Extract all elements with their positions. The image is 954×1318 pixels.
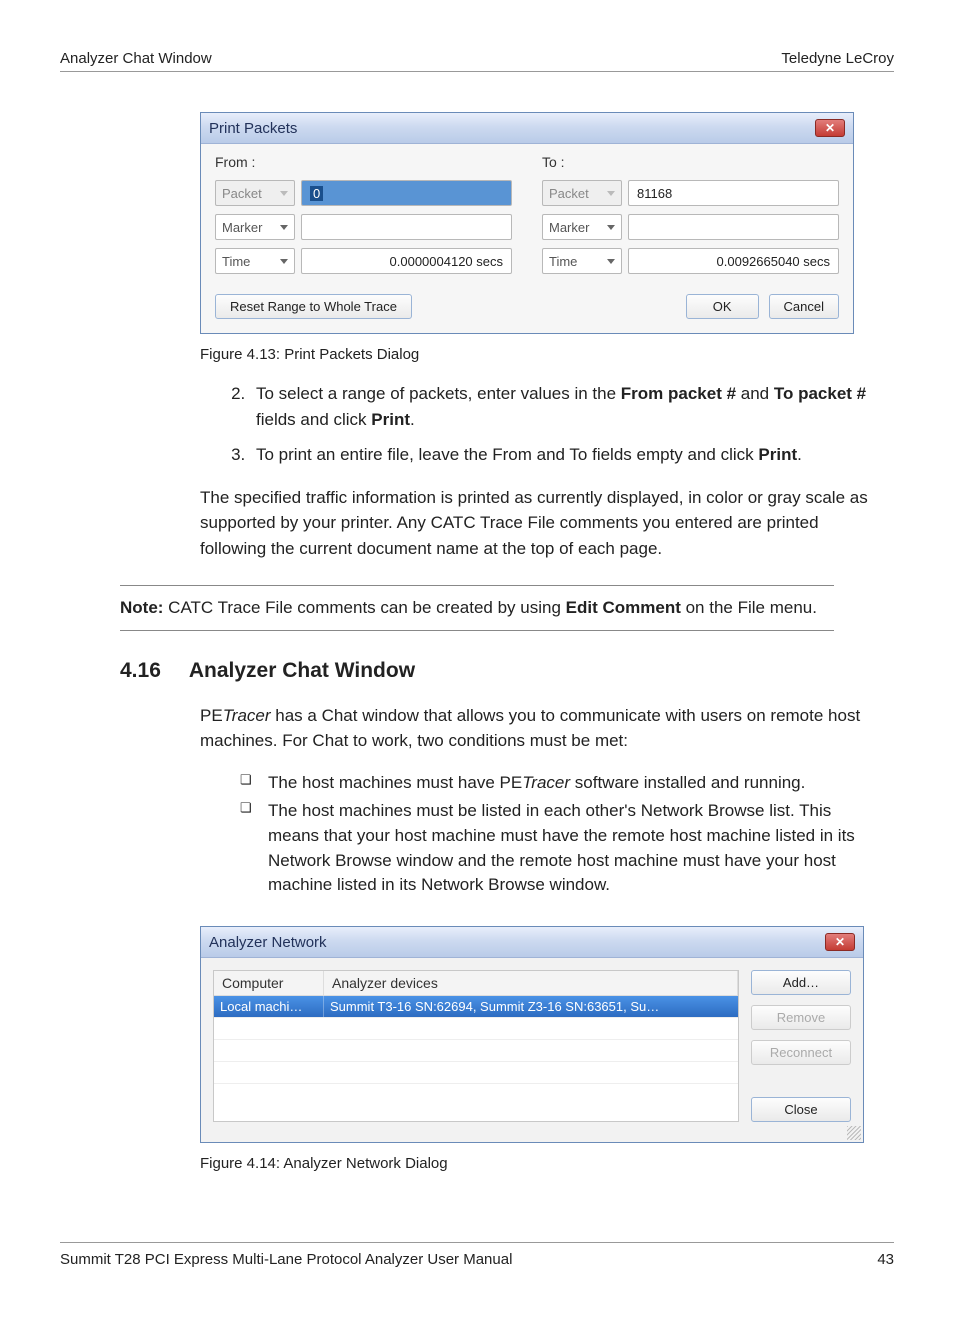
list-item: The host machines must be listed in each… [240,799,874,898]
page-footer: Summit T28 PCI Express Multi-Lane Protoc… [60,1242,894,1268]
list-item: The host machines must have PETracer sof… [240,771,874,796]
close-button[interactable]: Close [751,1097,851,1122]
analyzer-network-titlebar: Analyzer Network ✕ [201,927,863,958]
chevron-down-icon [607,259,615,264]
from-marker-input[interactable] [301,214,512,240]
footer-left: Summit T28 PCI Express Multi-Lane Protoc… [60,1251,512,1268]
to-label: To : [542,154,839,170]
remove-button[interactable]: Remove [751,1005,851,1030]
body-paragraph: PETracer has a Chat window that allows y… [200,703,874,754]
column-header-computer[interactable]: Computer [214,971,324,995]
reset-range-button[interactable]: Reset Range to Whole Trace [215,294,412,319]
cancel-button[interactable]: Cancel [769,294,839,319]
cell-computer: Local machi… [214,996,324,1017]
note-label: Note: [120,598,163,617]
chevron-down-icon [280,225,288,230]
from-packet-select-label: Packet [222,186,262,201]
from-marker-select[interactable]: Marker [215,214,295,240]
header-left: Analyzer Chat Window [60,50,212,67]
print-packets-title: Print Packets [209,120,297,137]
print-packets-dialog: Print Packets ✕ From : Packet 0 [200,112,854,334]
chevron-down-icon [280,191,288,196]
from-time-select[interactable]: Time [215,248,295,274]
print-packets-titlebar: Print Packets ✕ [201,113,853,144]
add-button[interactable]: Add… [751,970,851,995]
from-packet-input[interactable]: 0 [301,180,512,206]
to-packet-select[interactable]: Packet [542,180,622,206]
section-number: 4.16 [120,659,161,683]
to-time-value: 0.0092665040 secs [628,248,839,274]
note-block: Note: CATC Trace File comments can be cr… [120,585,834,631]
figure-413-caption: Figure 4.13: Print Packets Dialog [200,346,894,363]
table-row[interactable]: Local machi… Summit T3-16 SN:62694, Summ… [214,996,738,1017]
close-icon[interactable]: ✕ [825,933,855,951]
close-icon[interactable]: ✕ [815,119,845,137]
body-paragraph: The specified traffic information is pri… [200,485,874,562]
chevron-down-icon [607,191,615,196]
column-header-devices[interactable]: Analyzer devices [324,971,738,995]
chevron-down-icon [280,259,288,264]
from-label: From : [215,154,512,170]
page-header: Analyzer Chat Window Teledyne LeCroy [60,50,894,72]
chevron-down-icon [607,225,615,230]
reconnect-button[interactable]: Reconnect [751,1040,851,1065]
cell-devices: Summit T3-16 SN:62694, Summit Z3-16 SN:6… [324,996,738,1017]
footer-page-number: 43 [877,1251,894,1268]
section-heading: 4.16 Analyzer Chat Window [120,659,894,683]
table-row [214,1017,738,1039]
list-item: To select a range of packets, enter valu… [250,381,894,432]
ok-button[interactable]: OK [686,294,759,319]
list-item: To print an entire file, leave the From … [250,442,894,468]
analyzer-network-table[interactable]: Computer Analyzer devices Local machi… S… [213,970,739,1122]
to-marker-input[interactable] [628,214,839,240]
table-row [214,1039,738,1061]
analyzer-network-dialog: Analyzer Network ✕ Computer Analyzer dev… [200,926,864,1143]
header-right: Teledyne LeCroy [781,50,894,67]
to-time-select[interactable]: Time [542,248,622,274]
to-marker-select-label: Marker [549,220,589,235]
table-row [214,1061,738,1083]
analyzer-network-title: Analyzer Network [209,934,327,951]
bullet-list: The host machines must have PETracer sof… [240,771,874,898]
figure-414-caption: Figure 4.14: Analyzer Network Dialog [200,1155,894,1172]
from-time-select-label: Time [222,254,250,269]
table-row [214,1083,738,1105]
section-title: Analyzer Chat Window [189,659,415,683]
to-packet-input[interactable]: 81168 [628,180,839,206]
to-packet-select-label: Packet [549,186,589,201]
numbered-list: To select a range of packets, enter valu… [210,381,894,468]
from-marker-select-label: Marker [222,220,262,235]
resize-grip-icon[interactable] [847,1126,861,1140]
to-time-select-label: Time [549,254,577,269]
from-time-value: 0.0000004120 secs [301,248,512,274]
from-packet-select[interactable]: Packet [215,180,295,206]
to-marker-select[interactable]: Marker [542,214,622,240]
